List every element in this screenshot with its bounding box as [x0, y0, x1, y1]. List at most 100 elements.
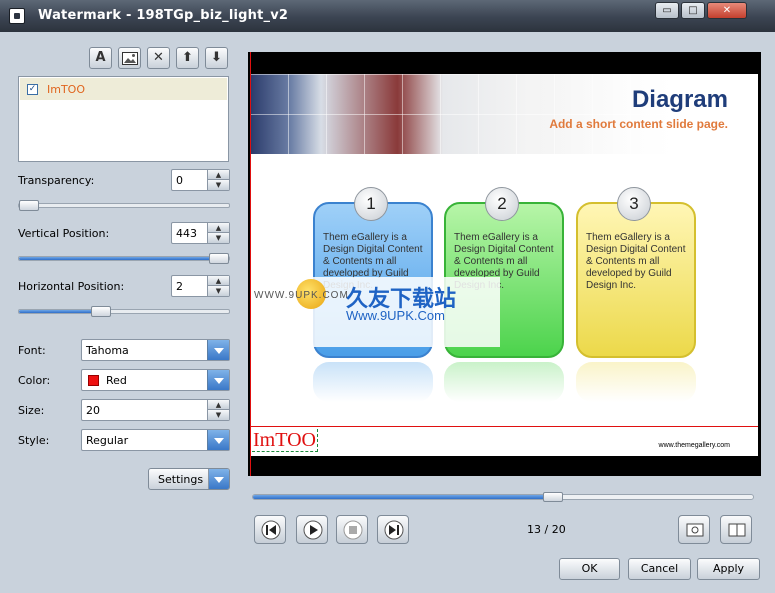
add-image-watermark-button[interactable] — [118, 47, 141, 69]
horizontal-position-label: Horizontal Position: — [18, 280, 125, 293]
color-swatch — [88, 375, 99, 386]
add-text-watermark-button[interactable]: A — [89, 47, 112, 69]
chevron-down-icon[interactable] — [208, 469, 229, 489]
slider-fill — [19, 257, 219, 260]
move-down-button[interactable]: ⬇ — [205, 47, 228, 69]
slide-subtitle: Add a short content slide page. — [549, 117, 728, 131]
vertical-guide-line — [250, 52, 251, 476]
spin-arrows: ▲ ▼ — [207, 223, 229, 243]
spin-down-button[interactable]: ▼ — [207, 286, 229, 296]
transparency-value: 0 — [176, 174, 183, 187]
card-number: 2 — [485, 187, 519, 221]
arrow-down-icon: ⬇ — [211, 50, 222, 65]
spin-down-button[interactable]: ▼ — [207, 180, 229, 190]
color-value: Red — [106, 374, 127, 387]
ok-button[interactable]: OK — [559, 558, 620, 580]
previous-button[interactable] — [254, 515, 286, 544]
delete-watermark-button[interactable]: ✕ — [147, 47, 170, 69]
next-button[interactable] — [377, 515, 409, 544]
spin-down-button[interactable]: ▼ — [207, 410, 229, 420]
horizontal-position-spinbox[interactable]: 2 ▲ ▼ — [171, 275, 230, 297]
card-number: 3 — [617, 187, 651, 221]
stop-button[interactable] — [336, 515, 368, 544]
diagram-card-3: Them eGallery is a Design Digital Conten… — [576, 202, 696, 358]
spin-up-button[interactable]: ▲ — [207, 400, 229, 410]
page-counter: 13 / 20 — [527, 523, 566, 536]
spin-up-button[interactable]: ▲ — [207, 276, 229, 286]
stop-icon — [343, 520, 363, 540]
title-bar: Watermark - 198TGp_biz_light_v2 ▭ □ ✕ — [0, 0, 775, 32]
split-view-icon — [728, 523, 746, 537]
style-value: Regular — [86, 434, 129, 447]
vertical-position-label: Vertical Position: — [18, 227, 110, 240]
vertical-position-slider[interactable] — [18, 253, 230, 264]
compare-view-button[interactable] — [720, 515, 752, 544]
skip-forward-icon — [384, 520, 404, 540]
spin-up-button[interactable]: ▲ — [207, 223, 229, 233]
text-icon: A — [95, 50, 106, 65]
move-up-button[interactable]: ⬆ — [176, 47, 199, 69]
spin-up-button[interactable]: ▲ — [207, 170, 229, 180]
slider-thumb[interactable] — [90, 306, 111, 317]
color-label: Color: — [18, 374, 51, 387]
style-label: Style: — [18, 434, 50, 447]
slider-thumb[interactable] — [209, 253, 229, 264]
style-select[interactable]: Regular — [81, 429, 230, 451]
slider-thumb[interactable] — [19, 200, 39, 211]
minimize-button[interactable]: ▭ — [655, 2, 679, 19]
spin-arrows: ▲ ▼ — [207, 400, 229, 420]
horizontal-position-value: 2 — [176, 280, 183, 293]
site-watermark-url-small: WWW.9UPK.COM — [254, 290, 349, 301]
maximize-button[interactable]: □ — [681, 2, 705, 19]
card-reflection — [313, 362, 433, 402]
settings-button[interactable]: Settings — [148, 468, 230, 490]
skip-back-icon — [261, 520, 281, 540]
transparency-slider[interactable] — [18, 200, 230, 211]
slider-fill — [19, 310, 101, 313]
card-text: Them eGallery is a Design Digital Conten… — [586, 232, 686, 291]
playback-progress-slider[interactable] — [252, 492, 754, 502]
chevron-down-icon[interactable] — [207, 370, 229, 390]
cancel-button[interactable]: Cancel — [628, 558, 691, 580]
watermark-settings-panel: A ✕ ⬆ ⬇ ✓ ImTOO Transparency: 0 ▲ ▼ Vert… — [8, 34, 243, 494]
arrow-up-icon: ⬆ — [182, 50, 193, 65]
transparency-spinbox[interactable]: 0 ▲ ▼ — [171, 169, 230, 191]
slide-footer-url: www.themegallery.com — [658, 442, 730, 449]
chevron-down-icon[interactable] — [207, 340, 229, 360]
spin-down-button[interactable]: ▼ — [207, 233, 229, 243]
card-number: 1 — [354, 187, 388, 221]
vertical-position-spinbox[interactable]: 443 ▲ ▼ — [171, 222, 230, 244]
progress-thumb[interactable] — [543, 492, 563, 502]
play-button[interactable] — [296, 515, 328, 544]
watermark-text-preview[interactable]: ImTOO — [252, 429, 318, 452]
snapshot-icon — [686, 523, 704, 537]
app-icon — [9, 8, 25, 24]
progress-fill — [253, 495, 553, 499]
vertical-position-value: 443 — [176, 227, 197, 240]
font-select[interactable]: Tahoma — [81, 339, 230, 361]
size-label: Size: — [18, 404, 45, 417]
snapshot-button[interactable] — [678, 515, 710, 544]
spin-arrows: ▲ ▼ — [207, 276, 229, 296]
spin-arrows: ▲ ▼ — [207, 170, 229, 190]
size-spinbox[interactable]: 20 ▲ ▼ — [81, 399, 230, 421]
watermark-list[interactable]: ✓ ImTOO — [18, 76, 229, 162]
image-icon — [121, 52, 138, 65]
color-select[interactable]: Red — [81, 369, 230, 391]
transparency-label: Transparency: — [18, 174, 95, 187]
horizontal-guide-line — [250, 426, 758, 427]
close-button[interactable]: ✕ — [707, 2, 747, 19]
chevron-down-icon[interactable] — [207, 430, 229, 450]
preview-area: Diagram Add a short content slide page. … — [248, 52, 761, 476]
slide-preview: Diagram Add a short content slide page. … — [250, 74, 758, 456]
horizontal-position-slider[interactable] — [18, 306, 230, 317]
play-icon — [303, 520, 323, 540]
card-reflection — [576, 362, 696, 402]
watermark-checkbox[interactable]: ✓ — [27, 84, 38, 95]
window-title: Watermark - 198TGp_biz_light_v2 — [38, 8, 289, 23]
font-label: Font: — [18, 344, 46, 357]
list-item[interactable]: ✓ ImTOO — [20, 78, 227, 100]
settings-button-label: Settings — [158, 473, 204, 486]
slide-title: Diagram — [631, 86, 728, 113]
apply-button[interactable]: Apply — [697, 558, 760, 580]
